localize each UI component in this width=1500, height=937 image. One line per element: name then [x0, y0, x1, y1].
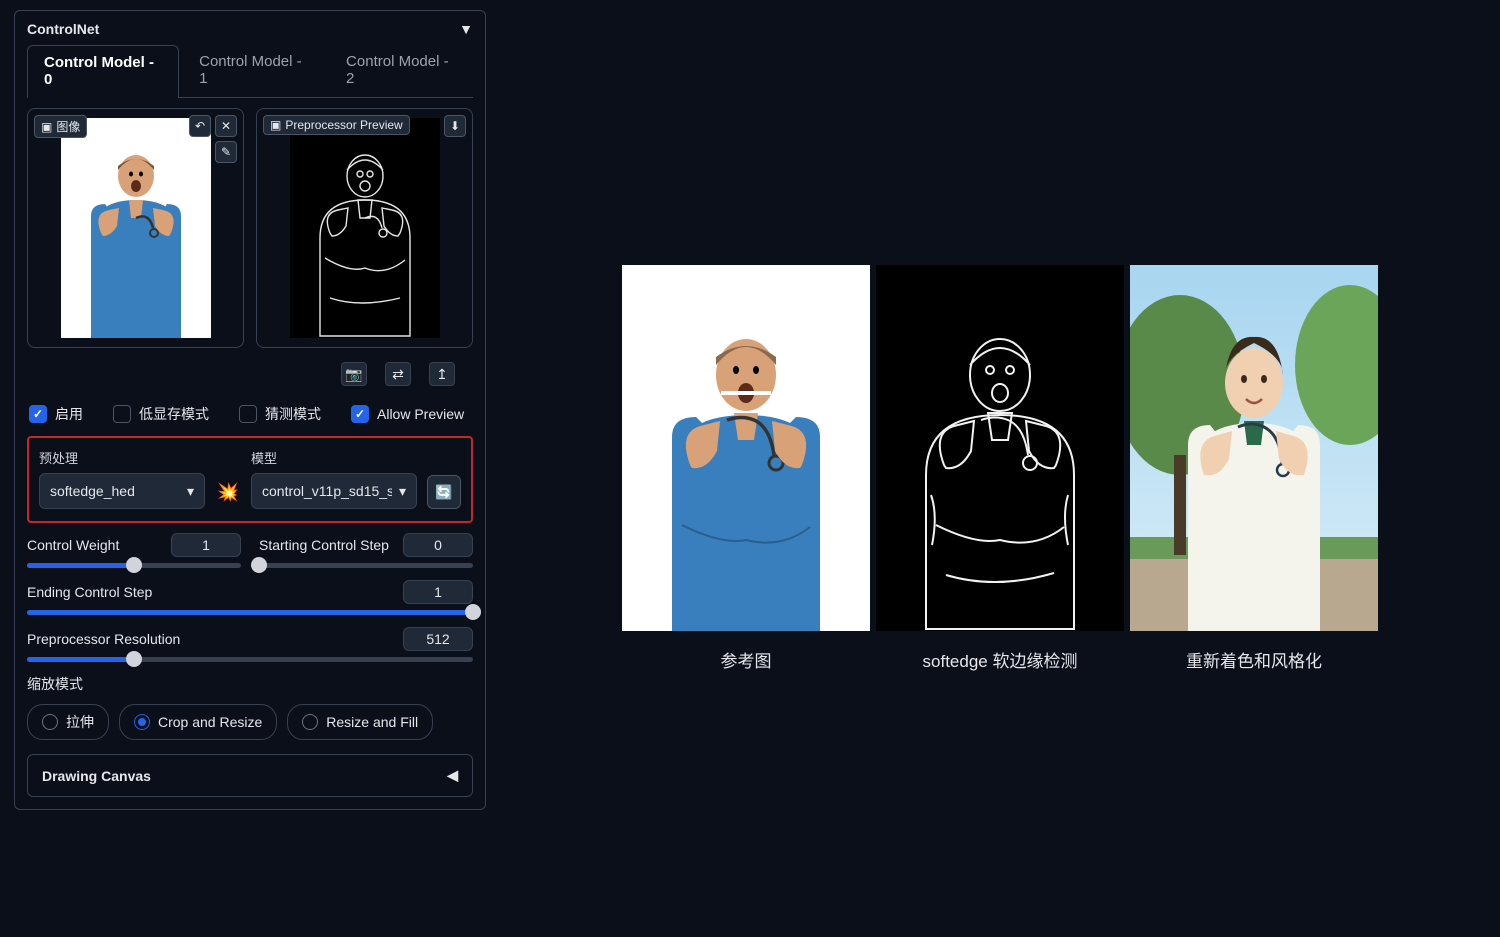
preview-image — [290, 114, 440, 342]
controlnet-panel: ControlNet ▼ Control Model - 0 Control M… — [0, 0, 500, 937]
tab-model-2[interactable]: Control Model - 2 — [330, 45, 473, 97]
image-badge: ▣ 图像 — [34, 115, 87, 138]
drawing-canvas-accordion[interactable]: Drawing Canvas ◀ — [27, 754, 473, 797]
start-step-slider[interactable]: Starting Control Step 0 — [259, 533, 473, 568]
checkbox-icon — [351, 405, 369, 423]
chevron-down-icon: ▾ — [187, 483, 194, 500]
chevron-down-icon: ▾ — [399, 483, 406, 500]
model-value: control_v11p_sd15_s — [262, 483, 392, 499]
end-value[interactable]: 1 — [403, 580, 473, 604]
model-tabs: Control Model - 0 Control Model - 1 Cont… — [27, 45, 473, 98]
refresh-button[interactable]: 🔄 — [427, 475, 461, 509]
model-select-group: 模型 control_v11p_sd15_s ▾ — [251, 448, 417, 509]
resolution-value[interactable]: 512 — [403, 627, 473, 651]
allow-preview-checkbox[interactable]: Allow Preview — [351, 405, 464, 423]
webcam-icon[interactable]: 📷 — [341, 362, 367, 386]
lowvram-label: 低显存模式 — [139, 404, 209, 424]
resize-opt-label: Crop and Resize — [158, 714, 262, 730]
start-value[interactable]: 0 — [403, 533, 473, 557]
image-icon: ▣ — [41, 120, 52, 134]
drawing-canvas-label: Drawing Canvas — [42, 768, 151, 784]
refresh-icon: 🔄 — [435, 484, 452, 501]
collapse-icon: ▼ — [459, 21, 473, 37]
source-image-card[interactable]: ▣ 图像 ↶ ✕ ✎ — [27, 108, 244, 348]
preprocessor-select[interactable]: softedge_hed ▾ — [39, 473, 205, 509]
preprocessor-select-group: 预处理 softedge_hed ▾ — [39, 448, 205, 509]
checkbox-icon — [113, 405, 131, 423]
model-label: 模型 — [251, 448, 417, 467]
close-icon[interactable]: ✕ — [215, 115, 237, 137]
end-label: Ending Control Step — [27, 584, 152, 600]
tab-model-0[interactable]: Control Model - 0 — [27, 45, 179, 98]
allow-preview-label: Allow Preview — [377, 406, 464, 422]
expand-icon: ◀ — [447, 767, 458, 784]
preview-image-card[interactable]: ▣ Preprocessor Preview ⬇ — [256, 108, 473, 348]
resize-opt-label: Resize and Fill — [326, 714, 418, 730]
image-badge-label: 图像 — [56, 118, 80, 135]
result-gallery: 参考图 — [500, 0, 1500, 937]
preview-badge: ▣ Preprocessor Preview — [263, 115, 410, 135]
controlnet-accordion: ControlNet ▼ Control Model - 0 Control M… — [14, 10, 486, 810]
model-select[interactable]: control_v11p_sd15_s ▾ — [251, 473, 417, 509]
radio-icon — [134, 714, 150, 730]
preprocessor-model-group: 预处理 softedge_hed ▾ 💥 模型 control_v11p_sd1… — [27, 436, 473, 523]
download-icon[interactable]: ⬇ — [444, 115, 466, 137]
weight-label: Control Weight — [27, 537, 119, 553]
resize-crop[interactable]: Crop and Resize — [119, 704, 277, 740]
enable-label: 启用 — [55, 404, 83, 424]
gallery-col-1: 参考图 — [622, 265, 870, 672]
source-image — [61, 114, 211, 342]
panel-title: ControlNet — [27, 21, 99, 37]
start-label: Starting Control Step — [259, 537, 389, 553]
resolution-slider[interactable]: Preprocessor Resolution 512 — [27, 627, 473, 662]
accordion-header[interactable]: ControlNet ▼ — [27, 19, 473, 45]
image-icon: ▣ — [270, 118, 281, 132]
checkbox-icon — [29, 405, 47, 423]
control-weight-slider[interactable]: Control Weight 1 — [27, 533, 241, 568]
image-toolbar: 📷 ⇄ ↥ — [27, 356, 473, 396]
stylized-image — [1130, 265, 1378, 631]
explosion-icon[interactable]: 💥 — [215, 482, 241, 503]
guess-checkbox[interactable]: 猜测模式 — [239, 404, 321, 424]
weight-value[interactable]: 1 — [171, 533, 241, 557]
tab-model-1[interactable]: Control Model - 1 — [183, 45, 326, 97]
caption-softedge: softedge 软边缘检测 — [923, 647, 1078, 672]
image-inputs-row: ▣ 图像 ↶ ✕ ✎ — [27, 108, 473, 348]
guess-label: 猜测模式 — [265, 404, 321, 424]
preprocessor-label: 预处理 — [39, 448, 205, 467]
gallery-col-3: 重新着色和风格化 — [1130, 265, 1378, 672]
undo-icon[interactable]: ↶ — [189, 115, 211, 137]
send-up-icon[interactable]: ↥ — [429, 362, 455, 386]
preprocessor-value: softedge_hed — [50, 483, 135, 499]
preview-badge-label: Preprocessor Preview — [285, 118, 402, 132]
caption-stylized: 重新着色和风格化 — [1186, 647, 1322, 672]
radio-icon — [42, 714, 58, 730]
checkbox-icon — [239, 405, 257, 423]
resize-opt-label: 拉伸 — [66, 712, 94, 732]
lowvram-checkbox[interactable]: 低显存模式 — [113, 404, 209, 424]
caption-reference: 参考图 — [721, 647, 772, 672]
resize-mode-radios: 拉伸 Crop and Resize Resize and Fill — [27, 704, 473, 740]
enable-checkbox[interactable]: 启用 — [29, 404, 83, 424]
resize-fill[interactable]: Resize and Fill — [287, 704, 433, 740]
radio-icon — [302, 714, 318, 730]
pencil-icon[interactable]: ✎ — [215, 141, 237, 163]
swap-icon[interactable]: ⇄ — [385, 362, 411, 386]
reference-image — [622, 265, 870, 631]
resolution-label: Preprocessor Resolution — [27, 631, 180, 647]
resize-stretch[interactable]: 拉伸 — [27, 704, 109, 740]
gallery-col-2: softedge 软边缘检测 — [876, 265, 1124, 672]
softedge-image — [876, 265, 1124, 631]
end-step-slider[interactable]: Ending Control Step 1 — [27, 580, 473, 615]
options-row: 启用 低显存模式 猜测模式 Allow Preview — [27, 396, 473, 436]
resize-mode-label: 缩放模式 — [27, 674, 473, 694]
